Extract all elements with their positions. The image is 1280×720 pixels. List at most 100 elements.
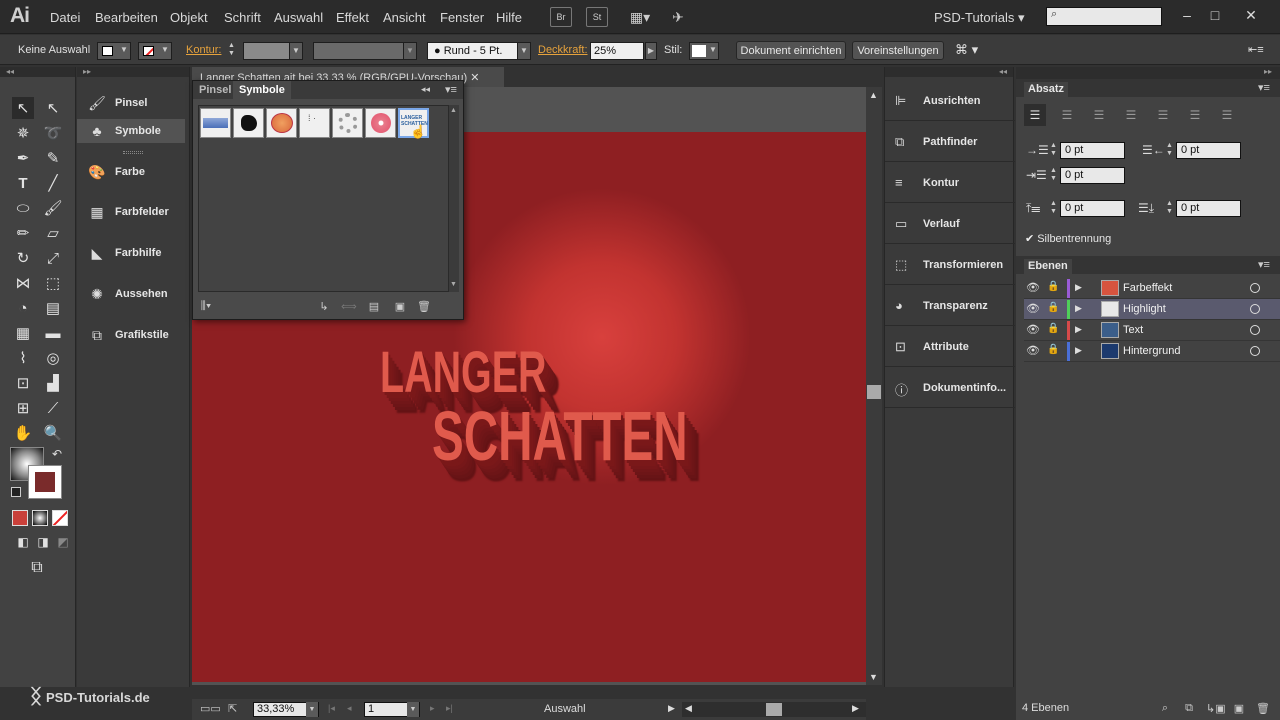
bridge-button[interactable]: Br xyxy=(550,7,572,27)
right-dock-collapse[interactable]: ◂◂ xyxy=(885,67,1013,77)
blend-tool-icon[interactable]: ◎ xyxy=(42,347,64,369)
locate-object-icon[interactable]: ⌕ xyxy=(1158,702,1172,715)
lasso-tool-icon[interactable]: ➰ xyxy=(42,122,64,144)
maximize-button[interactable]: □ xyxy=(1200,4,1230,26)
lock-icon[interactable]: 🔒 xyxy=(1047,281,1061,292)
space-before-input[interactable]: 0 pt xyxy=(1060,200,1125,217)
width-tool-icon[interactable]: ⋈ xyxy=(12,272,34,294)
fill-color-picker[interactable]: ▼ xyxy=(97,42,131,60)
gpu-performance-icon[interactable]: ✈ xyxy=(667,7,689,27)
scrollbar-thumb[interactable] xyxy=(766,703,782,716)
panel-menu-icon[interactable]: ▾≡ xyxy=(1258,81,1270,94)
stroke-label[interactable]: Kontur: xyxy=(186,44,221,56)
dock-item-dokumentinfo[interactable]: ⓘ Dokumentinfo... xyxy=(885,368,1015,408)
stroke-color-swatch[interactable] xyxy=(28,465,62,499)
dock-item-farbhilfe[interactable]: ◣ Farbhilfe xyxy=(77,241,185,265)
dock-item-farbe[interactable]: 🎨 Farbe xyxy=(77,160,185,184)
transform-options-icon[interactable]: ⌘ ▾ xyxy=(955,42,978,58)
symbol-langer-schatten[interactable]: LANGER SCHATTEN ☝ xyxy=(398,108,429,139)
panel-menu-icon[interactable]: ▾≡ xyxy=(445,83,457,96)
menu-objekt[interactable]: Objekt xyxy=(170,10,208,25)
paintbrush-tool-icon[interactable]: 🖌 xyxy=(42,197,64,219)
mesh-tool-icon[interactable]: ▦ xyxy=(12,322,34,344)
panel-menu-icon[interactable]: ▾≡ xyxy=(1258,258,1270,271)
place-symbol-icon[interactable]: ↳ xyxy=(317,300,331,313)
screen-mode-icon[interactable]: ⧉ xyxy=(26,557,48,579)
vertical-scrollbar[interactable]: ▲ ▼ xyxy=(866,87,882,685)
gradient-tool-icon[interactable]: ▬ xyxy=(42,322,64,344)
layer-target-icon[interactable] xyxy=(1250,283,1260,293)
zoom-tool-icon[interactable]: 🔍 xyxy=(42,422,64,444)
hyphenation-checkbox[interactable]: ✔ Silbentrennung xyxy=(1025,232,1111,246)
artboard-tool-icon[interactable]: ⊞ xyxy=(12,397,34,419)
menu-bearbeiten[interactable]: Bearbeiten xyxy=(95,10,158,25)
paragraph-panel-title[interactable]: Absatz xyxy=(1024,82,1069,97)
menu-effekt[interactable]: Effekt xyxy=(336,10,369,25)
default-colors-icon[interactable] xyxy=(11,487,21,497)
search-input[interactable]: ⌕ xyxy=(1046,7,1162,26)
symbol-pink-flower[interactable] xyxy=(365,108,396,138)
align-left-icon[interactable]: ☰ xyxy=(1024,104,1046,126)
scroll-right-icon[interactable]: ▶ xyxy=(852,703,859,714)
scroll-down-icon[interactable]: ▼ xyxy=(869,672,878,682)
document-setup-button[interactable]: Dokument einrichten xyxy=(736,41,846,60)
type-tool-icon[interactable]: T xyxy=(12,172,34,194)
symbol-dots-pattern[interactable]: ⁞ · xyxy=(299,108,330,138)
layer-target-icon[interactable] xyxy=(1250,325,1260,335)
justify-center-icon[interactable]: ☰ xyxy=(1152,104,1174,126)
space-after-input[interactable]: 0 pt xyxy=(1176,200,1241,217)
tab-pinsel[interactable]: Pinsel xyxy=(193,81,237,99)
menu-schrift[interactable]: Schrift xyxy=(224,10,261,25)
layer-row[interactable]: 👁 🔒 ▶ Hintergrund xyxy=(1024,341,1280,362)
lock-icon[interactable]: 🔒 xyxy=(1047,344,1061,355)
first-page-icon[interactable]: |◂ xyxy=(328,703,335,714)
align-right-icon[interactable]: ☰ xyxy=(1088,104,1110,126)
layer-name[interactable]: Highlight xyxy=(1123,303,1166,315)
export-icon[interactable]: ⇱ xyxy=(228,702,237,715)
ellipse-tool-icon[interactable]: ⬭ xyxy=(12,197,34,219)
rotate-tool-icon[interactable]: ↻ xyxy=(12,247,34,269)
scroll-up-icon[interactable]: ▲ xyxy=(869,90,878,100)
scale-tool-icon[interactable]: ⤢ xyxy=(42,247,64,269)
dock-item-aussehen[interactable]: ✺ Aussehen xyxy=(77,282,185,306)
expand-arrow-icon[interactable]: ▶ xyxy=(1075,303,1082,314)
gpu-icon[interactable]: ▭▭ xyxy=(200,702,221,715)
graphic-style-picker[interactable]: ▼ xyxy=(689,42,719,60)
horizontal-scrollbar[interactable]: ◀ ▶ xyxy=(682,702,866,717)
minimize-button[interactable]: – xyxy=(1172,4,1202,26)
draw-behind-icon[interactable]: ◨ xyxy=(32,531,54,553)
indent-left-stepper[interactable]: ▲ ▼ xyxy=(1048,142,1059,159)
layer-name[interactable]: Text xyxy=(1123,324,1143,336)
none-mode-icon[interactable] xyxy=(52,510,68,526)
draw-normal-icon[interactable]: ◧ xyxy=(12,531,34,553)
visibility-eye-icon[interactable]: 👁 xyxy=(1026,344,1042,357)
swap-colors-icon[interactable]: ↶ xyxy=(52,447,62,461)
symbol-orange-button[interactable] xyxy=(266,108,297,138)
curvature-tool-icon[interactable]: ✎ xyxy=(42,147,64,169)
space-after-stepper[interactable]: ▲ ▼ xyxy=(1164,200,1175,217)
menu-datei[interactable]: Datei xyxy=(50,10,80,25)
hand-tool-icon[interactable]: ✋ xyxy=(12,422,34,444)
direct-selection-tool-icon[interactable]: ↖ xyxy=(42,97,64,119)
lock-icon[interactable]: 🔒 xyxy=(1047,302,1061,313)
dock-item-transformieren[interactable]: ⬚ Transformieren xyxy=(885,245,1015,285)
close-button[interactable]: ✕ xyxy=(1236,4,1266,26)
tab-symbole[interactable]: Symbole xyxy=(233,81,291,99)
arrange-documents-icon[interactable]: ▦▾ xyxy=(626,7,654,27)
layer-target-icon[interactable] xyxy=(1250,346,1260,356)
collapse-panel-icon[interactable]: ◂◂ xyxy=(421,84,430,95)
make-clipping-mask-icon[interactable]: ⧉ xyxy=(1182,702,1196,715)
symbols-scrollbar[interactable]: ▲ ▼ xyxy=(449,105,459,292)
shape-builder-tool-icon[interactable]: ◔ xyxy=(12,297,34,319)
delete-symbol-icon[interactable]: 🗑 xyxy=(417,300,431,313)
prev-page-icon[interactable]: ◂ xyxy=(347,703,352,714)
break-link-icon[interactable]: ⟺ xyxy=(341,300,357,313)
preferences-button[interactable]: Voreinstellungen xyxy=(852,41,944,60)
expand-arrow-icon[interactable]: ▶ xyxy=(1075,345,1082,356)
new-sublayer-icon[interactable]: ↳▣ xyxy=(1206,702,1226,715)
dock-item-attribute[interactable]: ⊡ Attribute xyxy=(885,327,1015,367)
menu-ansicht[interactable]: Ansicht xyxy=(383,10,426,25)
opacity-slider-toggle[interactable]: ▶ xyxy=(645,42,657,60)
tool-panel-collapse[interactable]: ◂◂ xyxy=(0,67,75,77)
stock-button[interactable]: St xyxy=(586,7,608,27)
